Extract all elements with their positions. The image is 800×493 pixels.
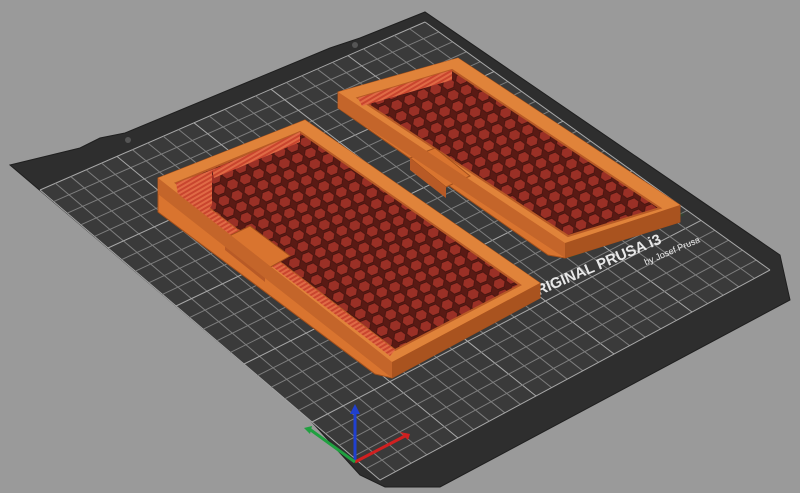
scene-canvas[interactable]: ORIGINAL PRUSA i3 by Josef Prusa (0, 0, 800, 493)
bed-mount-hole (352, 42, 358, 48)
3d-viewport[interactable]: ORIGINAL PRUSA i3 by Josef Prusa (0, 0, 800, 493)
bed-mount-hole (125, 137, 131, 143)
